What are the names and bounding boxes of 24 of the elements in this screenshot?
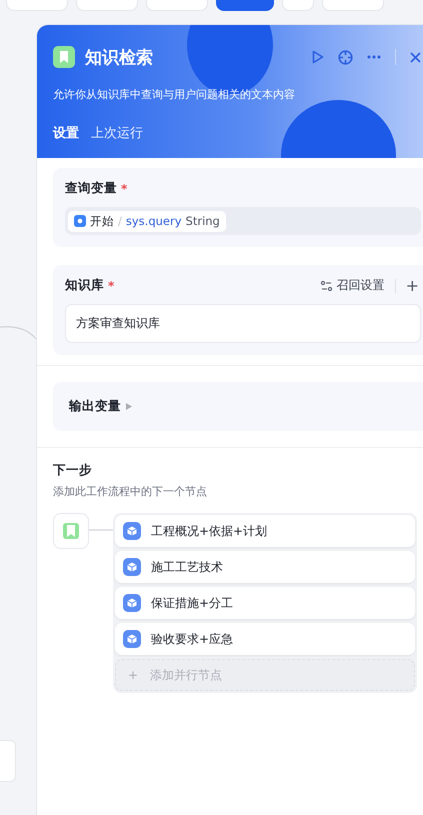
field-label: 知识库 (65, 277, 104, 294)
panel-description: 允许你从知识库中查询与用户问题相关的文本内容 (52, 87, 296, 102)
knowledge-base-item[interactable]: 方案审查知识库 (65, 304, 421, 343)
tab[interactable]: 设置 (53, 124, 79, 142)
section-description: 添加此工作流程中的下一个节点 (53, 484, 208, 499)
variable-type: String (186, 214, 220, 228)
field-label: 查询变量 (65, 180, 117, 197)
variable-name: sys.query (126, 214, 182, 228)
panel-title: 知识检索 (85, 46, 154, 68)
next-node[interactable]: 工程概况+依据+计划 (115, 515, 415, 547)
next-node[interactable]: 施工工艺技术 (115, 551, 415, 583)
path-separator: / (118, 214, 122, 228)
variable-tag[interactable]: 开始 / sys.query String (68, 210, 226, 232)
recall-settings-button[interactable]: 召回设置 (320, 277, 385, 294)
next-node[interactable]: 保证措施+分工 (115, 587, 415, 619)
add-button[interactable]: + (394, 278, 421, 292)
tab[interactable]: 上次运行 (91, 124, 143, 142)
required-mark: * (121, 182, 128, 196)
section-title: 下一步 (53, 462, 93, 479)
node-name: 开始 (90, 214, 114, 228)
output-variables-toggle[interactable]: 输出变量 (69, 398, 132, 415)
required-mark: * (108, 278, 114, 292)
next-node[interactable]: 验收要求+应急 (115, 623, 415, 655)
variable-field[interactable]: 开始 / sys.query String (65, 207, 421, 235)
